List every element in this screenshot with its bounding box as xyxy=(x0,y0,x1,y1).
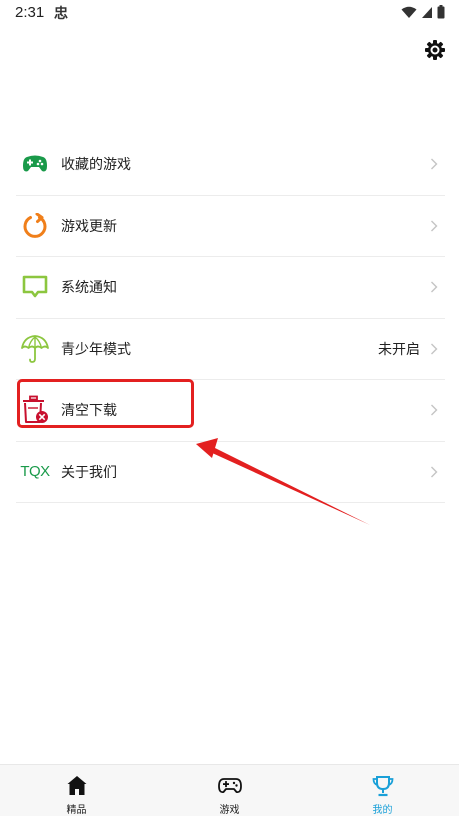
menu-item-label: 关于我们 xyxy=(61,464,117,481)
status-indicators xyxy=(401,5,445,19)
teen-mode-status: 未开启 xyxy=(378,341,420,358)
refresh-icon xyxy=(20,211,50,241)
tab-featured[interactable]: 精品 xyxy=(0,765,153,816)
chevron-right-icon xyxy=(431,158,438,170)
gamepad-icon xyxy=(20,149,50,179)
chevron-right-icon xyxy=(431,404,438,416)
tab-label: 游戏 xyxy=(219,805,240,816)
tqx-logo: TQX xyxy=(20,457,50,487)
tab-mine[interactable]: 我的 xyxy=(306,765,459,816)
gamepad-icon xyxy=(217,778,242,794)
home-icon xyxy=(67,776,86,795)
annotation-highlight-box xyxy=(17,379,194,428)
menu-item-label: 收藏的游戏 xyxy=(61,157,131,174)
umbrella-icon xyxy=(20,334,50,364)
menu-item-favorite-games[interactable]: 收藏的游戏 xyxy=(16,134,445,196)
settings-button[interactable] xyxy=(423,38,447,62)
tab-games[interactable]: 游戏 xyxy=(153,765,306,816)
wifi-icon xyxy=(401,6,417,18)
menu-item-label: 青少年模式 xyxy=(61,341,131,358)
tab-label: 精品 xyxy=(66,805,87,816)
settings-menu: 收藏的游戏 游戏更新 系统通知 青少年模式 未开启 清空下载 TQX 关于我们 xyxy=(16,134,445,503)
chevron-right-icon xyxy=(431,343,438,355)
notification-app-icon: 忠 xyxy=(54,6,68,22)
menu-item-teen-mode[interactable]: 青少年模式 未开启 xyxy=(16,319,445,380)
menu-item-about-us[interactable]: TQX 关于我们 xyxy=(16,442,445,503)
chevron-right-icon xyxy=(431,220,438,232)
message-icon xyxy=(20,272,50,302)
trophy-icon xyxy=(372,776,393,797)
chevron-right-icon xyxy=(431,466,438,478)
menu-item-system-notifications[interactable]: 系统通知 xyxy=(16,257,445,319)
tqx-logo-text: TQX xyxy=(20,463,50,481)
menu-item-label: 系统通知 xyxy=(61,280,117,297)
menu-item-game-updates[interactable]: 游戏更新 xyxy=(16,196,445,257)
gear-icon xyxy=(425,40,445,60)
bottom-navigation: 精品 游戏 我的 xyxy=(0,764,459,816)
battery-icon xyxy=(437,5,445,19)
signal-icon xyxy=(422,6,432,18)
menu-item-label: 游戏更新 xyxy=(61,218,117,235)
status-time: 2:31 xyxy=(15,4,45,21)
tab-label: 我的 xyxy=(372,805,393,816)
chevron-right-icon xyxy=(431,281,438,293)
status-bar: 2:31 忠 xyxy=(0,0,459,26)
